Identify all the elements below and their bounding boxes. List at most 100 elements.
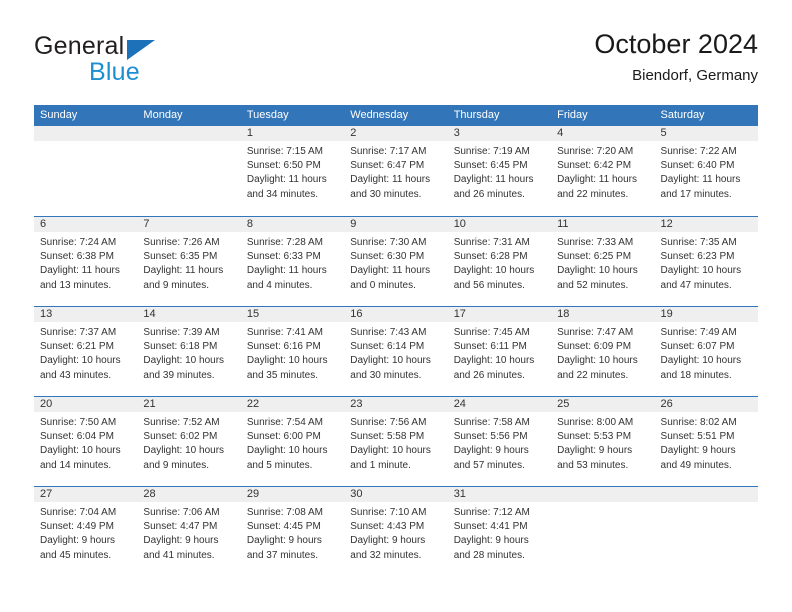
day-sun-info: Sunrise: 7:20 AM Sunset: 6:42 PM Daylight:… bbox=[551, 141, 654, 202]
title-block: October 2024 Biendorf, Germany bbox=[594, 28, 758, 85]
day-info-line: Daylight: 11 hours bbox=[143, 265, 224, 277]
day-info-line: Sunset: 6:38 PM bbox=[40, 251, 114, 263]
calendar-day-cell[interactable]: 27 Sunrise: 7:04 AM Sunset: 4:49 PM Dayligh… bbox=[34, 487, 138, 576]
calendar-day-cell[interactable]: 31 Sunrise: 7:12 AM Sunset: 4:41 PM Dayligh… bbox=[447, 487, 552, 576]
calendar-day-cell[interactable]: 11 Sunrise: 7:33 AM Sunset: 6:25 PM Dayligh… bbox=[551, 217, 655, 306]
day-info-line: Daylight: 11 hours bbox=[453, 174, 534, 186]
day-info-line: and 28 minutes. bbox=[453, 549, 525, 561]
day-info-line: Sunset: 6:04 PM bbox=[40, 431, 114, 443]
day-info-line: Daylight: 10 hours bbox=[40, 355, 121, 367]
day-sun-info: Sunrise: 7:30 AM Sunset: 6:30 PM Daylight:… bbox=[344, 232, 447, 293]
calendar-day-cell[interactable]: 1 Sunrise: 7:15 AM Sunset: 6:50 PM Daylight… bbox=[240, 126, 345, 216]
calendar-day-cell[interactable]: 16 Sunrise: 7:43 AM Sunset: 6:14 PM Dayligh… bbox=[344, 307, 448, 396]
calendar-day-cell[interactable]: 28 Sunrise: 7:06 AM Sunset: 4:47 PM Dayligh… bbox=[137, 487, 241, 576]
day-info-line: Daylight: 10 hours bbox=[557, 355, 638, 367]
day-info-line: and 57 minutes. bbox=[453, 459, 525, 471]
day-info-line: Sunrise: 7:31 AM bbox=[453, 237, 530, 248]
calendar-day-cell[interactable]: 19 Sunrise: 7:49 AM Sunset: 6:07 PM Dayligh… bbox=[654, 307, 758, 396]
day-info-line: and 41 minutes. bbox=[143, 549, 215, 561]
calendar-day-cell[interactable]: 2 Sunrise: 7:17 AM Sunset: 6:47 PM Daylight… bbox=[344, 126, 448, 216]
day-info-line: and 13 minutes. bbox=[40, 279, 112, 291]
day-info-line: and 30 minutes. bbox=[350, 188, 422, 200]
calendar-day-cell[interactable]: 18 Sunrise: 7:47 AM Sunset: 6:09 PM Dayligh… bbox=[551, 307, 655, 396]
calendar-day-cell[interactable]: 3 Sunrise: 7:19 AM Sunset: 6:45 PM Daylight… bbox=[447, 126, 552, 216]
calendar-day-cell[interactable]: 29 Sunrise: 7:08 AM Sunset: 4:45 PM Dayligh… bbox=[240, 487, 345, 576]
day-info-line: Daylight: 10 hours bbox=[350, 445, 431, 457]
day-info-line: Sunrise: 7:10 AM bbox=[350, 507, 427, 518]
day-info-line: and 9 minutes. bbox=[143, 459, 210, 471]
day-sun-info: Sunrise: 7:19 AM Sunset: 6:45 PM Daylight:… bbox=[448, 141, 551, 202]
calendar-day-cell[interactable]: 30 Sunrise: 7:10 AM Sunset: 4:43 PM Dayligh… bbox=[344, 487, 448, 576]
day-info-line: Sunset: 6:47 PM bbox=[350, 160, 425, 172]
day-info-line: Sunset: 6:28 PM bbox=[453, 251, 528, 263]
weekday-header-thursday: Thursday bbox=[453, 109, 500, 121]
calendar-day-cell[interactable]: 25 Sunrise: 8:00 AM Sunset: 5:53 PM Dayligh… bbox=[551, 397, 655, 486]
general-blue-logo: General Blue bbox=[34, 32, 234, 88]
day-number bbox=[137, 126, 241, 141]
calendar-day-cell[interactable]: 12 Sunrise: 7:35 AM Sunset: 6:23 PM Dayligh… bbox=[654, 217, 758, 306]
calendar-day-cell[interactable]: 26 Sunrise: 8:02 AM Sunset: 5:51 PM Dayligh… bbox=[654, 397, 758, 486]
calendar-day-cell[interactable]: 8 Sunrise: 7:28 AM Sunset: 6:33 PM Daylight… bbox=[240, 217, 345, 306]
day-info-line: Daylight: 10 hours bbox=[660, 265, 742, 277]
day-info-line: Sunset: 6:35 PM bbox=[143, 251, 218, 263]
day-number: 5 bbox=[654, 126, 758, 141]
day-sun-info: Sunrise: 7:49 AM Sunset: 6:07 PM Daylight:… bbox=[655, 322, 758, 383]
calendar-day-cell[interactable]: 17 Sunrise: 7:45 AM Sunset: 6:11 PM Dayligh… bbox=[447, 307, 552, 396]
day-info-line: Daylight: 10 hours bbox=[557, 265, 638, 277]
calendar-day-cell[interactable]: 24 Sunrise: 7:58 AM Sunset: 5:56 PM Dayligh… bbox=[447, 397, 552, 486]
calendar-day-cell[interactable]: 23 Sunrise: 7:56 AM Sunset: 5:58 PM Dayligh… bbox=[344, 397, 448, 486]
weekday-header-saturday: Saturday bbox=[660, 109, 705, 121]
day-info-line: Sunrise: 7:04 AM bbox=[40, 507, 117, 518]
calendar-day-cell[interactable]: 7 Sunrise: 7:26 AM Sunset: 6:35 PM Daylight… bbox=[137, 217, 241, 306]
day-number: 22 bbox=[240, 397, 345, 412]
day-sun-info: Sunrise: 7:04 AM Sunset: 4:49 PM Daylight:… bbox=[34, 502, 137, 563]
day-sun-info: Sunrise: 7:08 AM Sunset: 4:45 PM Daylight:… bbox=[241, 502, 344, 563]
calendar-day-cell[interactable]: 10 Sunrise: 7:31 AM Sunset: 6:28 PM Dayligh… bbox=[447, 217, 552, 306]
day-info-line: and 32 minutes. bbox=[350, 549, 422, 561]
day-sun-info: Sunrise: 7:22 AM Sunset: 6:40 PM Daylight:… bbox=[655, 141, 758, 202]
day-info-line: and 26 minutes. bbox=[453, 188, 525, 200]
day-number: 4 bbox=[551, 126, 655, 141]
day-number: 10 bbox=[447, 217, 552, 232]
day-number: 13 bbox=[34, 307, 138, 322]
day-sun-info: Sunrise: 7:10 AM Sunset: 4:43 PM Daylight:… bbox=[344, 502, 447, 563]
calendar-day-cell[interactable]: 21 Sunrise: 7:52 AM Sunset: 6:02 PM Dayligh… bbox=[137, 397, 241, 486]
day-sun-info: Sunrise: 7:31 AM Sunset: 6:28 PM Daylight:… bbox=[448, 232, 551, 293]
day-info-line: Sunrise: 7:58 AM bbox=[453, 417, 530, 428]
day-sun-info: Sunrise: 7:37 AM Sunset: 6:21 PM Daylight:… bbox=[34, 322, 137, 383]
day-info-line: and 22 minutes. bbox=[557, 369, 629, 381]
calendar-day-cell[interactable]: 20 Sunrise: 7:50 AM Sunset: 6:04 PM Dayligh… bbox=[34, 397, 138, 486]
day-info-line: Sunrise: 7:19 AM bbox=[453, 146, 530, 157]
calendar-day-empty bbox=[137, 126, 241, 216]
calendar-week-row: 13 Sunrise: 7:37 AM Sunset: 6:21 PM Dayligh… bbox=[34, 306, 758, 396]
day-sun-info bbox=[655, 502, 758, 506]
day-number: 29 bbox=[240, 487, 345, 502]
day-number: 2 bbox=[344, 126, 448, 141]
day-number: 23 bbox=[344, 397, 448, 412]
calendar-day-cell[interactable]: 9 Sunrise: 7:30 AM Sunset: 6:30 PM Daylight… bbox=[344, 217, 448, 306]
calendar-day-cell[interactable]: 5 Sunrise: 7:22 AM Sunset: 6:40 PM Daylight… bbox=[654, 126, 758, 216]
calendar-day-cell[interactable]: 22 Sunrise: 7:54 AM Sunset: 6:00 PM Dayligh… bbox=[240, 397, 345, 486]
day-info-line: Sunrise: 7:26 AM bbox=[143, 237, 220, 248]
day-info-line: Sunrise: 7:39 AM bbox=[143, 327, 220, 338]
day-info-line: Sunset: 6:16 PM bbox=[246, 341, 321, 353]
day-info-line: Daylight: 9 hours bbox=[453, 535, 529, 547]
calendar-day-cell[interactable]: 14 Sunrise: 7:39 AM Sunset: 6:18 PM Dayligh… bbox=[137, 307, 241, 396]
day-info-line: Daylight: 11 hours bbox=[350, 174, 431, 186]
weekday-header-tuesday: Tuesday bbox=[246, 109, 289, 121]
calendar-day-cell[interactable]: 4 Sunrise: 7:20 AM Sunset: 6:42 PM Daylight… bbox=[551, 126, 655, 216]
calendar-week-row: 20 Sunrise: 7:50 AM Sunset: 6:04 PM Dayligh… bbox=[34, 396, 758, 486]
calendar-grid: Sunday Monday Tuesday Wednesday Thursday Frid… bbox=[34, 105, 758, 576]
day-info-line: Sunrise: 7:54 AM bbox=[246, 417, 323, 428]
day-info-line: Daylight: 11 hours bbox=[246, 174, 327, 186]
day-info-line: and 45 minutes. bbox=[40, 549, 112, 561]
day-info-line: and 53 minutes. bbox=[557, 459, 629, 471]
calendar-day-cell[interactable]: 15 Sunrise: 7:41 AM Sunset: 6:16 PM Dayligh… bbox=[240, 307, 345, 396]
day-info-line: Sunrise: 7:45 AM bbox=[453, 327, 530, 338]
calendar-day-cell[interactable]: 13 Sunrise: 7:37 AM Sunset: 6:21 PM Dayligh… bbox=[34, 307, 138, 396]
day-number: 15 bbox=[240, 307, 345, 322]
calendar-week-row: 6 Sunrise: 7:24 AM Sunset: 6:38 PM Daylight… bbox=[34, 216, 758, 306]
day-sun-info bbox=[551, 502, 654, 506]
day-info-line: Daylight: 10 hours bbox=[660, 355, 742, 367]
calendar-day-cell[interactable]: 6 Sunrise: 7:24 AM Sunset: 6:38 PM Daylight… bbox=[34, 217, 138, 306]
